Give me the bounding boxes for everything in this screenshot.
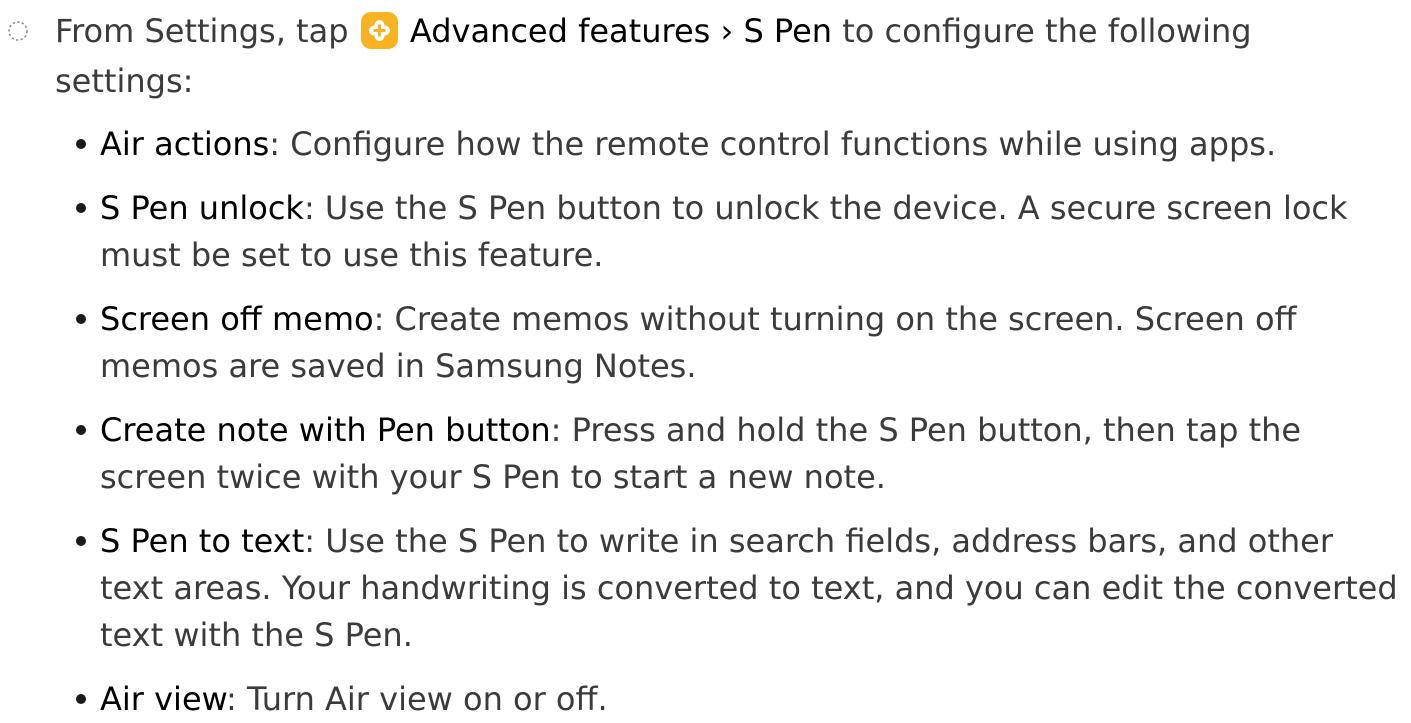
settings-list: Air actions: Configure how the remote co… [0, 121, 1411, 723]
item-term: S Pen unlock [100, 189, 304, 227]
item-description: : Turn Air view on or off. [226, 680, 608, 718]
list-item-air-actions: Air actions: Configure how the remote co… [0, 121, 1400, 168]
bullet-dot-icon [76, 425, 86, 435]
bullet-dot-icon [76, 694, 86, 704]
document-body: From Settings, tap Advanced features › S… [0, 0, 1411, 723]
item-term: S Pen to text [100, 522, 305, 560]
intro-prefix: From Settings, tap [55, 12, 349, 50]
bullet-dot-icon [76, 536, 86, 546]
list-item-screen-off-memo: Screen off memo: Create memos without tu… [0, 296, 1400, 390]
path-advanced-features: Advanced features [409, 12, 711, 50]
bullet-dot-icon [76, 314, 86, 324]
list-item-create-note: Create note with Pen button: Press and h… [0, 407, 1400, 501]
path-separator: › [720, 12, 734, 50]
item-description: : Configure how the remote control funct… [269, 125, 1277, 163]
list-item-air-view: Air view: Turn Air view on or off. [0, 676, 1400, 723]
intro-step: From Settings, tap Advanced features › S… [0, 0, 1375, 106]
list-item-s-pen-to-text: S Pen to text: Use the S Pen to write in… [0, 518, 1400, 659]
step-circle-icon [8, 21, 28, 41]
bullet-dot-icon [76, 139, 86, 149]
path-s-pen: S Pen [743, 12, 833, 50]
advanced-features-plus-icon [360, 12, 398, 49]
item-term: Air view [100, 680, 227, 718]
list-item-s-pen-unlock: S Pen unlock: Use the S Pen button to un… [0, 185, 1400, 279]
bullet-dot-icon [76, 203, 86, 213]
item-term: Air actions [100, 125, 270, 163]
item-term: Create note with Pen button [100, 411, 551, 449]
item-term: Screen off memo [100, 300, 374, 338]
